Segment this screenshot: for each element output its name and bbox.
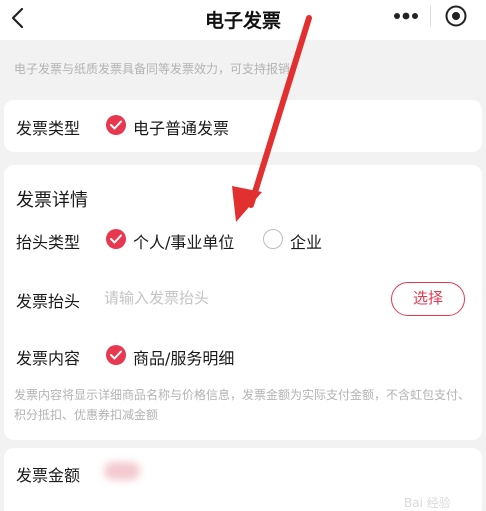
invoice-type-label: 发票类型 — [16, 119, 81, 138]
more-options-icon[interactable] — [393, 9, 419, 23]
invoice-type-option-electronic[interactable]: 电子普通发票 — [133, 115, 229, 139]
top-navigation-bar: 电子发票 — [0, 0, 486, 40]
invoice-details-title: 发票详情 — [16, 190, 88, 211]
invoice-title-input[interactable] — [104, 285, 374, 311]
close-miniprogram-icon[interactable] — [444, 4, 468, 28]
invoice-notice: 电子发票与纸质发票具备同等发票效力，可支持报销。 — [14, 62, 303, 76]
header-type-label: 抬头类型 — [16, 233, 81, 252]
header-type-option-personal[interactable]: 个人/事业单位 — [133, 229, 234, 253]
invoice-type-checked-icon[interactable] — [106, 115, 126, 135]
invoice-content-option-details[interactable]: 商品/服务明细 — [133, 345, 234, 369]
baidu-watermark: Bai 经验 — [404, 496, 451, 510]
invoice-amount-label: 发票金额 — [16, 466, 81, 485]
invoice-title-label: 发票抬头 — [16, 292, 81, 311]
select-invoice-title-button[interactable]: 选择 — [391, 282, 465, 316]
invoice-amount-value-blurred — [104, 462, 140, 480]
header-type-option-company[interactable]: 企业 — [290, 229, 322, 253]
capsule-divider — [430, 6, 431, 26]
header-type-personal-checked-icon[interactable] — [106, 229, 126, 249]
invoice-content-label: 发票内容 — [16, 349, 81, 368]
invoice-content-hint: 发票内容将显示详细商品名称与价格信息，发票金额为实际支付金额，不含虹包支付、积分… — [14, 388, 471, 422]
invoice-content-checked-icon[interactable] — [106, 345, 126, 365]
header-type-company-radio-icon[interactable] — [263, 229, 283, 249]
